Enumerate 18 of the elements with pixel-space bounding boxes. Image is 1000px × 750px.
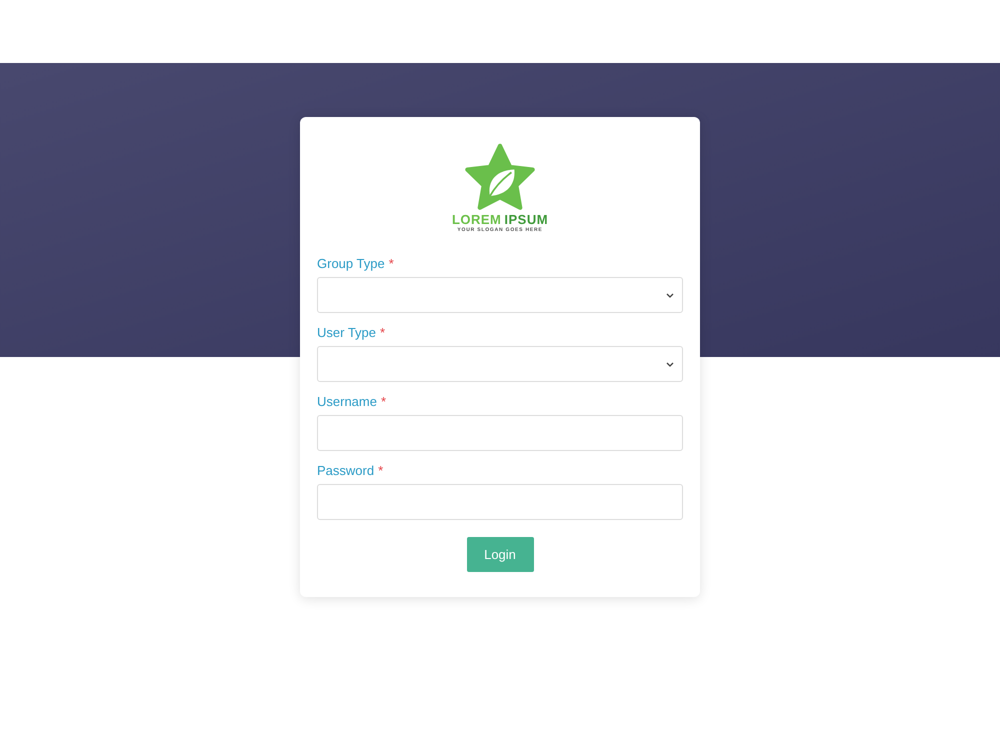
field-label: User Type: [317, 325, 376, 340]
input-field[interactable]: [317, 415, 683, 451]
required-mark: *: [388, 256, 394, 271]
login-button[interactable]: Login: [466, 537, 534, 572]
field-label: Group Type: [317, 256, 385, 271]
logo-wordmark: IPSUM: [504, 213, 548, 226]
field-label: Password: [317, 463, 374, 478]
chevron-down-icon: [666, 292, 674, 298]
required-mark: *: [380, 325, 386, 340]
dropdown-field[interactable]: [317, 346, 683, 382]
field-label: Username: [317, 394, 377, 409]
dropdown-field[interactable]: [317, 277, 683, 313]
input-field[interactable]: [317, 484, 683, 520]
star-leaf-logo-icon: [464, 143, 536, 211]
logo-wordmark: LOREM: [452, 213, 502, 226]
chevron-down-icon: [666, 362, 674, 366]
required-mark: *: [378, 463, 384, 478]
required-mark: *: [380, 394, 386, 409]
